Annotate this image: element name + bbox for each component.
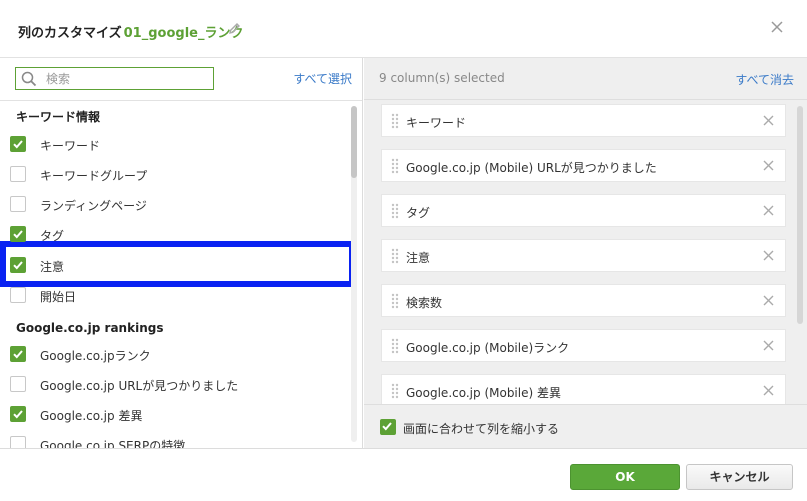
checkbox-unchecked[interactable] xyxy=(10,196,26,212)
drag-handle-icon[interactable] xyxy=(391,158,399,178)
checkbox-checked[interactable] xyxy=(10,136,26,152)
drag-handle-icon[interactable] xyxy=(391,113,399,133)
selected-column-item[interactable]: タグ xyxy=(381,194,786,227)
selected-columns-header: 9 column(s) selected すべて消去 xyxy=(364,58,807,100)
checkbox-checked[interactable] xyxy=(10,346,26,362)
cancel-button[interactable]: キャンセル xyxy=(686,464,793,490)
selected-column-label: Google.co.jp (Mobile)ランク xyxy=(406,341,570,355)
checkbox-unchecked[interactable] xyxy=(10,376,26,392)
drag-handle-icon[interactable] xyxy=(391,248,399,268)
drag-handle-icon[interactable] xyxy=(391,383,399,403)
fit-to-screen-label: 画面に合わせて列を縮小する xyxy=(403,422,560,436)
section-title-keyword-info: キーワード情報 xyxy=(16,110,101,124)
selected-column-label: Google.co.jp (Mobile) 差異 xyxy=(406,386,561,400)
selected-column-item[interactable]: Google.co.jp (Mobile) 差異 xyxy=(381,374,786,407)
left-scrollbar[interactable] xyxy=(351,106,357,442)
report-name: 01_google_ランク xyxy=(123,26,244,41)
section-title-google-rankings: Google.co.jp rankings xyxy=(16,321,164,335)
dialog-title: 列のカスタマイズ 01_google_ランク xyxy=(18,22,243,41)
remove-icon[interactable] xyxy=(763,250,774,265)
right-scrollbar[interactable] xyxy=(797,106,803,324)
selected-column-item[interactable]: 検索数 xyxy=(381,284,786,317)
column-option-label: キーワード xyxy=(40,139,101,153)
column-option-label: Google.co.jp 差異 xyxy=(40,409,143,423)
divider xyxy=(0,100,362,101)
fit-to-screen-bar: 画面に合わせて列を縮小する xyxy=(364,404,807,448)
search-box[interactable] xyxy=(15,67,214,90)
column-option-label: 注意 xyxy=(40,260,65,274)
column-option-label: Google.co.jpランク xyxy=(40,349,151,363)
column-option-label: 開始日 xyxy=(40,290,77,304)
selected-column-label: タグ xyxy=(406,206,431,220)
column-option-label: ランディングページ xyxy=(40,199,147,213)
column-option-landing-page[interactable]: ランディングページ xyxy=(10,192,340,216)
selected-column-item[interactable]: Google.co.jp (Mobile)ランク xyxy=(381,329,786,362)
remove-icon[interactable] xyxy=(763,385,774,400)
drag-handle-icon[interactable] xyxy=(391,203,399,223)
search-input[interactable] xyxy=(46,70,206,87)
selected-column-item[interactable]: Google.co.jp (Mobile) URLが見つかりました xyxy=(381,149,786,182)
column-option-label: Google.co.jp SERPの特徴 xyxy=(40,439,186,448)
clear-all-link[interactable]: すべて消去 xyxy=(735,71,794,88)
column-option-label: Google.co.jp URLが見つかりました xyxy=(40,379,239,393)
column-option-label: タグ xyxy=(40,229,65,243)
checkbox-unchecked[interactable] xyxy=(10,166,26,182)
checkbox-unchecked[interactable] xyxy=(10,287,26,303)
remove-icon[interactable] xyxy=(763,205,774,220)
select-all-link[interactable]: すべて選択 xyxy=(293,70,352,87)
checkbox-checked[interactable] xyxy=(10,406,26,422)
available-columns-panel: すべて選択 キーワード情報 キーワード キーワードグループ ランディングページ … xyxy=(0,58,363,448)
selected-column-label: 注意 xyxy=(406,251,431,265)
column-option-note[interactable]: 注意 xyxy=(10,253,340,277)
column-option-keyword[interactable]: キーワード xyxy=(10,132,340,156)
column-option-label: キーワードグループ xyxy=(40,169,148,183)
selected-column-label: 検索数 xyxy=(406,296,443,310)
drag-handle-icon[interactable] xyxy=(391,338,399,358)
dialog-footer: OK キャンセル xyxy=(0,448,807,501)
fit-to-screen-checkbox[interactable] xyxy=(380,419,396,435)
column-option-start-date[interactable]: 開始日 xyxy=(10,283,340,307)
drag-handle-icon[interactable] xyxy=(391,293,399,313)
column-option-google-url-found[interactable]: Google.co.jp URLが見つかりました xyxy=(10,372,340,396)
column-option-keyword-group[interactable]: キーワードグループ xyxy=(10,162,340,186)
selected-column-label: Google.co.jp (Mobile) URLが見つかりました xyxy=(406,161,657,175)
selected-columns-panel: 9 column(s) selected すべて消去 キーワード Google.… xyxy=(364,58,807,448)
edit-pencil-icon[interactable] xyxy=(228,22,241,39)
selected-count: 9 column(s) selected xyxy=(379,71,505,85)
selected-column-item[interactable]: 注意 xyxy=(381,239,786,272)
column-option-google-diff[interactable]: Google.co.jp 差異 xyxy=(10,402,340,426)
checkbox-checked[interactable] xyxy=(10,257,26,273)
remove-icon[interactable] xyxy=(763,340,774,355)
column-option-google-serp[interactable]: Google.co.jp SERPの特徴 xyxy=(10,432,340,448)
remove-icon[interactable] xyxy=(763,295,774,310)
selected-column-item[interactable]: キーワード xyxy=(381,104,786,137)
checkbox-checked[interactable] xyxy=(10,226,26,242)
column-option-tag[interactable]: タグ xyxy=(10,222,340,246)
search-icon xyxy=(21,71,37,91)
ok-button[interactable]: OK xyxy=(570,464,680,490)
remove-icon[interactable] xyxy=(763,160,774,175)
dialog-header: 列のカスタマイズ 01_google_ランク xyxy=(0,0,807,58)
close-icon[interactable] xyxy=(771,21,783,37)
checkbox-unchecked[interactable] xyxy=(10,436,26,448)
selected-column-label: キーワード xyxy=(406,116,467,130)
column-option-google-rank[interactable]: Google.co.jpランク xyxy=(10,342,340,366)
remove-icon[interactable] xyxy=(763,115,774,130)
left-scrollbar-thumb[interactable] xyxy=(351,106,357,178)
dialog-title-prefix: 列のカスタマイズ xyxy=(18,26,122,41)
